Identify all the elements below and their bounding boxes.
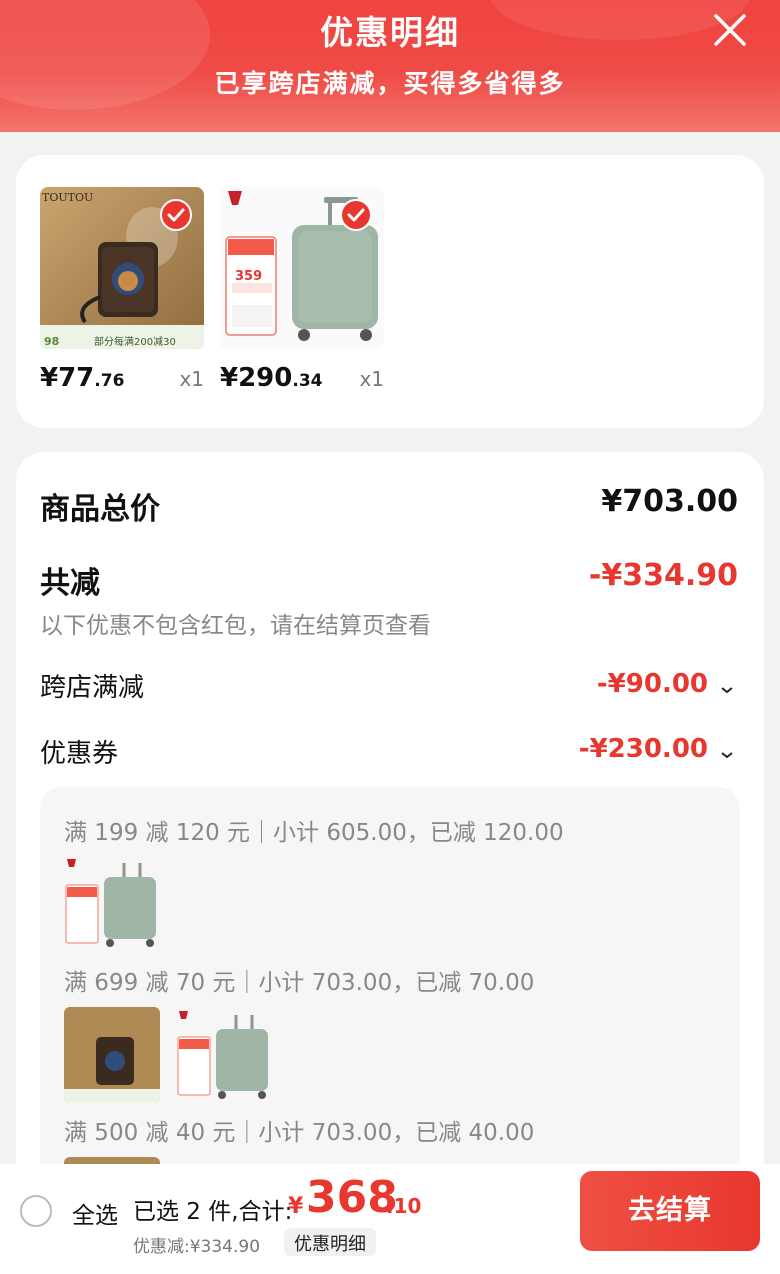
coupon-tier-text: 满 199 减 120 元｜小计 605.00，已减 120.00 (64, 820, 564, 846)
product-price: ¥77.76 (40, 363, 125, 393)
discount-detail-button[interactable]: 优惠明细 (284, 1228, 376, 1256)
wallet-bag-product-image[interactable]: TOUTOU 部分每满200减30 98 (40, 187, 204, 349)
select-all-radio[interactable] (20, 1195, 52, 1227)
coupon-value[interactable]: -¥230.00 (579, 734, 708, 764)
product-item[interactable]: 359 ¥290.34 x1 (220, 187, 384, 393)
select-all-label[interactable]: 全选 (72, 1196, 118, 1230)
discount-detail-page: 优惠明细 已享跨店满减，买得多省得多 TOUTOU 部分每满200减30 98 … (0, 0, 780, 1274)
total-price-value: ¥703.00 (601, 484, 738, 519)
close-button[interactable] (710, 10, 750, 50)
product-qty: x1 (179, 367, 204, 391)
selected-count-text: 已选 2 件,合计: (133, 1199, 293, 1225)
total-reduce-label: 共减 (40, 566, 100, 601)
suitcase-thumbnail[interactable] (64, 855, 160, 951)
close-icon (714, 14, 746, 46)
cross-store-value[interactable]: -¥90.00 (597, 669, 708, 699)
coupon-tier-text: 满 699 减 70 元｜小计 703.00，已减 70.00 (64, 970, 535, 996)
page-subtitle: 已享跨店满减，买得多省得多 (214, 69, 566, 98)
total-price-label: 商品总价 (40, 492, 160, 527)
promo-label: 部分每满200减30 (94, 337, 176, 348)
green-suitcase-product-image[interactable]: 359 (220, 187, 384, 349)
total-amount-int: 368 (306, 1172, 398, 1223)
reduce-note: 以下优惠不包含红包，请在结算页查看 (40, 613, 431, 639)
chevron-down-icon[interactable] (720, 680, 734, 694)
selected-check-icon[interactable] (160, 199, 192, 231)
total-currency: ¥ (288, 1194, 304, 1219)
checkout-bar: 全选 已选 2 件,合计: ¥ 368 .10 优惠减:¥334.90 优惠明细… (0, 1164, 780, 1274)
selected-products-card: TOUTOU 部分每满200减30 98 ¥77.76 x1 359 ¥290.… (16, 155, 764, 428)
discount-amount-text: 优惠减:¥334.90 (133, 1237, 261, 1257)
cross-store-label: 跨店满减 (40, 673, 145, 703)
price-tag: 98 (44, 335, 60, 348)
checkout-button[interactable]: 去结算 (580, 1171, 760, 1251)
selected-check-icon[interactable] (340, 199, 372, 231)
discount-summary-card: 商品总价 ¥703.00 共减 -¥334.90 以下优惠不包含红包，请在结算页… (16, 452, 764, 1274)
header: 优惠明细 已享跨店满减，买得多省得多 (0, 0, 780, 132)
price-tag: 359 (235, 269, 263, 284)
total-amount-dec: .10 (386, 1194, 422, 1218)
coupon-tier-text: 满 500 减 40 元｜小计 703.00，已减 40.00 (64, 1120, 535, 1146)
page-title: 优惠明细 (320, 13, 460, 52)
total-reduce-value: -¥334.90 (588, 558, 738, 593)
coupon-label: 优惠券 (40, 739, 119, 769)
product-qty: x1 (359, 367, 384, 391)
brand-label: TOUTOU (42, 191, 94, 204)
product-item[interactable]: TOUTOU 部分每满200减30 98 ¥77.76 x1 (40, 187, 204, 393)
chevron-down-icon[interactable] (720, 745, 734, 759)
wallet-bag-thumbnail[interactable] (64, 1007, 160, 1103)
suitcase-thumbnail[interactable] (176, 1007, 272, 1103)
product-price: ¥290.34 (220, 363, 323, 393)
